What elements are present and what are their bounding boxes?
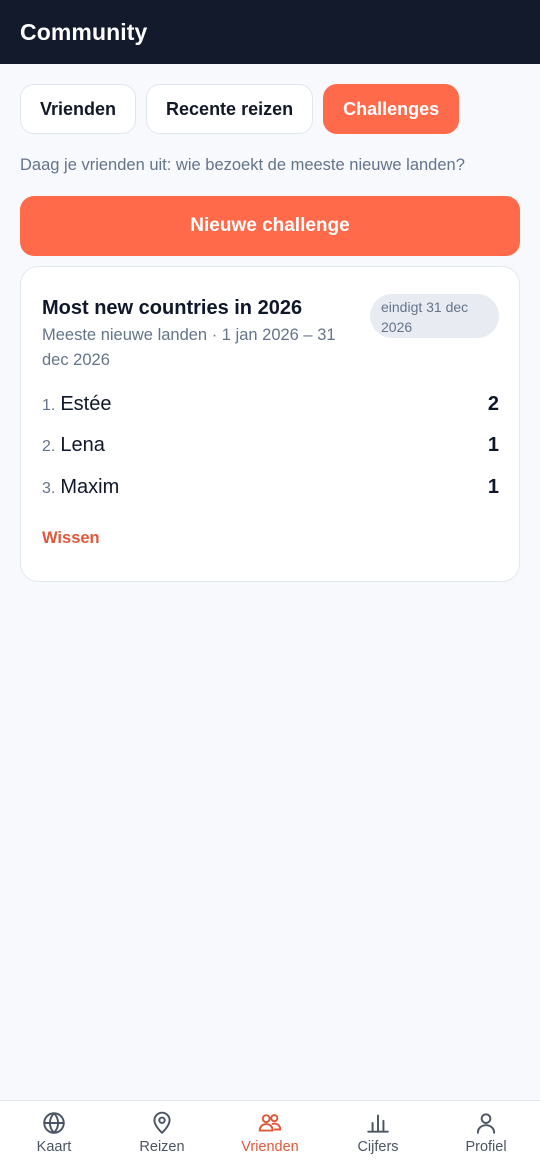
leaderboard-row: 2. Lena 1 xyxy=(42,430,499,460)
rank-number: 2. xyxy=(42,437,56,455)
end-date-badge: eindigt 31 dec 2026 xyxy=(370,294,499,338)
nav-item-cijfers[interactable]: Cijfers xyxy=(324,1101,432,1170)
new-challenge-button[interactable]: Nieuwe challenge xyxy=(20,196,520,256)
user-icon xyxy=(476,1113,496,1134)
tab-vrienden[interactable]: Vrienden xyxy=(20,84,137,134)
rank-number: 3. xyxy=(42,479,56,497)
friends-icon xyxy=(258,1114,282,1132)
nav-item-profiel[interactable]: Profiel xyxy=(432,1101,540,1170)
participant-name: Lena xyxy=(60,433,105,456)
participant-score: 2 xyxy=(487,392,499,415)
segment-tabs: Vrienden Recente reizen Challenges xyxy=(20,84,460,134)
participant-name: Estée xyxy=(60,392,112,415)
community-screen: Community Vrienden Recente reizen Challe… xyxy=(0,0,540,1170)
nav-label: Kaart xyxy=(36,1139,72,1155)
nav-label: Reizen xyxy=(139,1139,185,1155)
tab-recente-reizen[interactable]: Recente reizen xyxy=(146,84,314,134)
nav-item-reizen[interactable]: Reizen xyxy=(108,1101,216,1170)
challenge-meta: Meeste nieuwe landen · 1 jan 2026 – 31 d… xyxy=(42,326,336,369)
challenge-title: Most new countries in 2026 xyxy=(42,297,303,319)
participant-score: 1 xyxy=(487,433,499,456)
nav-item-vrienden[interactable]: Vrienden xyxy=(216,1101,324,1170)
nav-label: Vrienden xyxy=(241,1139,299,1155)
nav-item-kaart[interactable]: Kaart xyxy=(0,1101,108,1170)
globe-icon xyxy=(43,1112,65,1134)
section-subtitle: Daag je vrienden uit: wie bezoekt de mee… xyxy=(20,156,465,174)
bar-chart-icon xyxy=(367,1114,389,1133)
nav-label: Profiel xyxy=(465,1139,507,1155)
leaderboard-row: 3. Maxim 1 xyxy=(42,472,499,502)
bottom-navigation: Kaart Reizen Vrienden Cijfers Profiel xyxy=(0,1100,540,1170)
nav-label: Cijfers xyxy=(357,1139,399,1155)
challenge-card: Most new countries in 2026 Meeste nieuwe… xyxy=(20,266,520,582)
rank-number: 1. xyxy=(42,396,56,414)
participant-score: 1 xyxy=(487,475,499,498)
leaderboard-row: 1. Estée 2 xyxy=(42,389,499,419)
top-bar: Community xyxy=(0,0,540,64)
tab-challenges[interactable]: Challenges xyxy=(323,84,460,134)
clear-challenge-link[interactable]: Wissen xyxy=(42,529,100,548)
page-title: Community xyxy=(20,18,148,45)
participant-name: Maxim xyxy=(60,475,120,498)
map-pin-icon xyxy=(153,1111,171,1134)
